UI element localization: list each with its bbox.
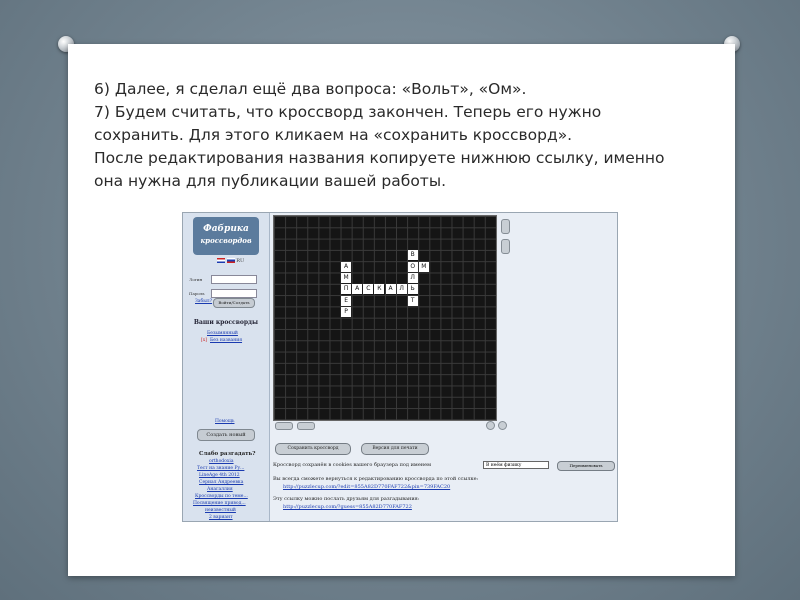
grid-letter-cell[interactable]: М — [418, 261, 429, 272]
share-url-link[interactable]: http://puzzlecup.com/?guess=855A82D770FA… — [283, 504, 412, 510]
rotate-left-button[interactable] — [486, 421, 495, 430]
uk-flag-icon[interactable] — [217, 258, 225, 263]
language-label: RU — [236, 258, 245, 264]
rotate-right-button[interactable] — [498, 421, 507, 430]
login-input[interactable] — [211, 275, 257, 284]
edit-url-link[interactable]: http://puzzlecup.com/?edit=855A82D770FAF… — [283, 484, 450, 490]
solve-link[interactable]: Анагаллия — [207, 487, 233, 492]
grid-control-button[interactable] — [275, 422, 293, 430]
grid-letter-cell[interactable]: К — [374, 284, 385, 295]
share-text: Эту ссылку можно послать друзьям для раз… — [273, 496, 420, 502]
grid-letter-cell[interactable]: Т — [407, 295, 418, 306]
grid-letter-cell[interactable]: А — [385, 284, 396, 295]
help-link[interactable]: Помощь — [215, 419, 234, 424]
rename-button[interactable]: Переименовать — [557, 461, 615, 471]
crossword-grid[interactable]: ВАОММЛПАСКАЛЬЕТР — [273, 215, 497, 421]
grid-letter-cell[interactable]: А — [352, 284, 363, 295]
solve-link[interactable]: Посвящение привод... — [193, 501, 246, 506]
saved-text: Кроссворд сохранён в cookies вашего брау… — [273, 462, 431, 468]
edit-text: Вы всегда сможете вернуться к редактиров… — [273, 476, 479, 482]
solve-title: Слабо разгадать? — [199, 451, 256, 457]
solve-link[interactable]: неизвестный — [205, 508, 236, 513]
site-sidebar: Фабрика кроссвордов RU Логин Пароль Забы… — [183, 213, 270, 521]
instruction-text: 6) Далее, я сделал ещё два вопроса: «Вол… — [94, 78, 724, 193]
logo-line: кроссвордов — [200, 236, 252, 245]
grid-control-button[interactable] — [297, 422, 315, 430]
crossword-name-input[interactable]: В неём физику — [483, 461, 549, 469]
solve-link[interactable]: orthodoxia — [209, 459, 234, 464]
solve-link[interactable]: Сериал Андреевка — [199, 480, 243, 485]
zoom-in-button[interactable] — [501, 219, 510, 234]
solve-link[interactable]: Тест на знание Ру... — [197, 466, 244, 471]
grid-letter-cell[interactable]: А — [341, 261, 352, 272]
password-input[interactable] — [211, 289, 257, 298]
instruction-line: 7) Будем считать, что кроссворд закончен… — [94, 103, 602, 121]
grid-letter-cell[interactable]: С — [363, 284, 374, 295]
grid-letter-cell[interactable]: Л — [396, 284, 407, 295]
zoom-out-button[interactable] — [501, 239, 510, 254]
login-label: Логин — [189, 277, 203, 282]
instruction-line: она нужна для публикации вашей работы. — [94, 172, 447, 190]
login-button[interactable]: Войти/Создать — [213, 298, 255, 308]
instruction-line: После редактирования названия копируете … — [94, 149, 665, 167]
instruction-line: 6) Далее, я сделал ещё два вопроса: «Вол… — [94, 80, 527, 98]
ru-flag-icon[interactable] — [226, 258, 235, 263]
instruction-line: сохранить. Для этого кликаем на «сохрани… — [94, 126, 573, 144]
section-title: Ваши кроссворды — [193, 319, 259, 326]
site-logo[interactable]: Фабрика кроссвордов — [193, 217, 259, 255]
grid-letter-cell[interactable]: П — [341, 284, 352, 295]
solve-link[interactable]: LineAge 4th 2012 — [199, 473, 240, 478]
crossword-link[interactable]: Безымянный — [207, 331, 238, 336]
delete-marker[interactable]: [x] — [201, 338, 207, 343]
grid-letter-cell[interactable]: О — [407, 261, 418, 272]
forgot-link[interactable]: Забыл? — [195, 299, 212, 304]
solve-link[interactable]: 2 вариант — [209, 515, 233, 520]
grid-letter-cell[interactable]: М — [341, 273, 352, 283]
grid-letter-cell[interactable]: Р — [341, 306, 352, 317]
print-version-button[interactable]: Версия для печати — [361, 443, 429, 455]
save-crossword-button[interactable]: Сохранить кроссворд — [275, 443, 351, 455]
solve-link[interactable]: Кроссворды по теме... — [195, 494, 248, 499]
logo-line: Фабрика — [203, 224, 249, 234]
password-label: Пароль — [189, 291, 205, 296]
create-new-button[interactable]: Создать новый — [197, 429, 255, 441]
embedded-screenshot: Фабрика кроссвордов RU Логин Пароль Забы… — [182, 212, 618, 522]
grid-letter-cell[interactable]: Е — [341, 295, 352, 306]
grid-letter-cell[interactable]: В — [407, 250, 418, 261]
grid-letter-cell[interactable]: Ь — [407, 284, 418, 295]
crossword-link[interactable]: Без названия — [210, 338, 242, 343]
grid-letter-cell[interactable]: Л — [407, 273, 418, 283]
language-switch[interactable]: RU — [217, 258, 244, 264]
